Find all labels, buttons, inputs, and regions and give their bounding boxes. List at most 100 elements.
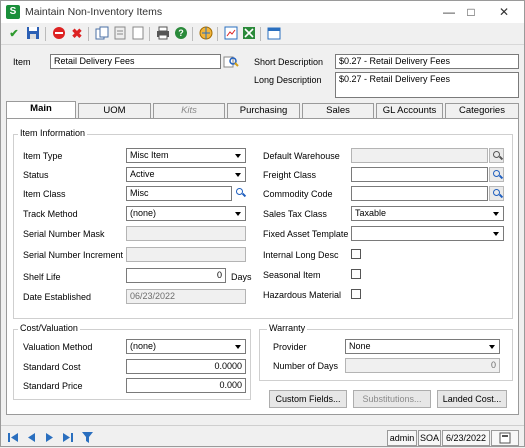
chevron-down-icon <box>233 208 244 219</box>
commodity-code-label: Commodity Code <box>263 189 333 199</box>
item-type-value: Misc Item <box>130 150 169 160</box>
internal-long-desc-label: Internal Long Desc <box>263 250 339 260</box>
status-company: SOA <box>418 430 441 446</box>
long-description-label: Long Description <box>254 75 322 85</box>
short-description-field[interactable]: $0.27 - Retail Delivery Fees <box>335 54 519 69</box>
web-icon[interactable] <box>198 26 214 42</box>
serial-number-mask-field[interactable] <box>126 226 246 241</box>
report-icon[interactable] <box>223 26 239 42</box>
shelf-life-unit: Days <box>231 272 252 282</box>
sales-tax-class-select[interactable]: Taxable <box>351 206 504 221</box>
substitutions-button[interactable]: Substitutions... <box>353 390 431 408</box>
save-icon[interactable] <box>25 26 41 42</box>
commodity-code-lookup-icon[interactable] <box>489 186 504 201</box>
freight-class-lookup-icon[interactable] <box>489 167 504 182</box>
shelf-life-field[interactable]: 0 <box>126 268 226 283</box>
delete-icon[interactable] <box>51 26 67 42</box>
seasonal-item-label: Seasonal Item <box>263 270 321 280</box>
default-warehouse-lookup-icon[interactable] <box>489 148 504 163</box>
custom-fields-button[interactable]: Custom Fields... <box>269 390 347 408</box>
tab-categories[interactable]: Categories <box>445 103 519 119</box>
cancel-icon[interactable]: ✖ <box>69 26 85 42</box>
first-record-icon[interactable] <box>7 431 20 444</box>
attachment-icon[interactable] <box>130 26 146 42</box>
shelf-life-label: Shelf Life <box>23 272 61 282</box>
status-user: admin <box>387 430 417 446</box>
filter-icon[interactable] <box>81 431 94 444</box>
hazardous-material-label: Hazardous Material <box>263 290 342 300</box>
tab-uom[interactable]: UOM <box>78 103 151 119</box>
item-type-select[interactable]: Misc Item <box>126 148 246 163</box>
toolbar-separator <box>260 27 261 41</box>
copy-icon[interactable] <box>94 26 110 42</box>
tab-gl-accounts[interactable]: GL Accounts <box>376 103 443 119</box>
fixed-asset-template-label: Fixed Asset Template <box>263 229 349 239</box>
status-select[interactable]: Active <box>126 167 246 182</box>
chevron-down-icon <box>233 150 244 161</box>
title-bar: S Maintain Non-Inventory Items — □ ✕ <box>1 1 524 23</box>
tab-purchasing[interactable]: Purchasing <box>227 103 300 119</box>
toolbar-separator <box>192 27 193 41</box>
close-window-button[interactable]: ✕ <box>489 4 519 20</box>
window-title: Maintain Non-Inventory Items <box>25 6 163 18</box>
calculator-icon[interactable] <box>491 430 519 446</box>
long-description-field[interactable]: $0.27 - Retail Delivery Fees <box>335 72 519 98</box>
date-established-label: Date Established <box>23 292 92 302</box>
sage-app-icon: S <box>6 5 20 19</box>
item-class-field[interactable]: Misc <box>126 186 232 201</box>
valuation-method-select[interactable]: (none) <box>126 339 246 354</box>
short-description-label: Short Description <box>254 57 324 67</box>
status-label: Status <box>23 170 49 180</box>
date-established-field[interactable]: 06/23/2022 <box>126 289 246 304</box>
item-class-label: Item Class <box>23 189 66 199</box>
landed-cost-button[interactable]: Landed Cost... <box>437 390 507 408</box>
warranty-group-label: Warranty <box>267 323 308 333</box>
status-bar: admin SOA 6/23/2022 <box>1 425 524 447</box>
warranty-group <box>259 329 513 381</box>
standard-price-field[interactable]: 0.000 <box>126 378 246 393</box>
standard-cost-field[interactable]: 0.0000 <box>126 359 246 374</box>
serial-number-increment-label: Serial Number Increment <box>23 250 124 260</box>
last-record-icon[interactable] <box>61 431 74 444</box>
svg-text:?: ? <box>178 28 184 38</box>
main-tab-panel: Item Information Item Type Misc Item Sta… <box>6 118 519 415</box>
chevron-down-icon <box>491 228 502 239</box>
sales-tax-class-label: Sales Tax Class <box>263 209 327 219</box>
provider-value: None <box>349 341 371 351</box>
hazardous-material-checkbox[interactable] <box>351 289 361 299</box>
maximize-button[interactable]: □ <box>456 4 486 20</box>
provider-select[interactable]: None <box>345 339 500 354</box>
track-method-label: Track Method <box>23 209 78 219</box>
seasonal-item-checkbox[interactable] <box>351 269 361 279</box>
accept-icon[interactable]: ✔ <box>6 26 22 42</box>
track-method-select[interactable]: (none) <box>126 206 246 221</box>
calendar-icon[interactable] <box>266 26 282 42</box>
default-warehouse-label: Default Warehouse <box>263 151 340 161</box>
chevron-down-icon <box>491 208 502 219</box>
standard-price-label: Standard Price <box>23 381 83 391</box>
tab-kits[interactable]: Kits <box>153 103 225 119</box>
item-field[interactable]: Retail Delivery Fees <box>50 54 221 69</box>
internal-long-desc-checkbox[interactable] <box>351 249 361 259</box>
number-of-days-field[interactable]: 0 <box>345 358 500 373</box>
export-icon[interactable] <box>241 26 257 42</box>
toolbar-separator <box>88 27 89 41</box>
toolbar-separator <box>217 27 218 41</box>
commodity-code-field[interactable] <box>351 186 488 201</box>
print-icon[interactable] <box>155 26 171 42</box>
next-record-icon[interactable] <box>43 431 56 444</box>
toolbar: ✔ ✖ ? <box>1 23 524 45</box>
item-lookup-icon[interactable] <box>223 54 239 69</box>
help-icon[interactable]: ? <box>173 26 189 42</box>
item-label: Item <box>13 57 31 67</box>
tab-sales[interactable]: Sales <box>302 103 374 119</box>
notes-icon[interactable] <box>112 26 128 42</box>
item-class-lookup-icon[interactable] <box>233 186 248 201</box>
serial-number-increment-field[interactable] <box>126 247 246 262</box>
freight-class-label: Freight Class <box>263 170 317 180</box>
freight-class-field[interactable] <box>351 167 488 182</box>
default-warehouse-field[interactable] <box>351 148 488 163</box>
provider-label: Provider <box>273 342 307 352</box>
previous-record-icon[interactable] <box>25 431 38 444</box>
fixed-asset-template-select[interactable] <box>351 226 504 241</box>
